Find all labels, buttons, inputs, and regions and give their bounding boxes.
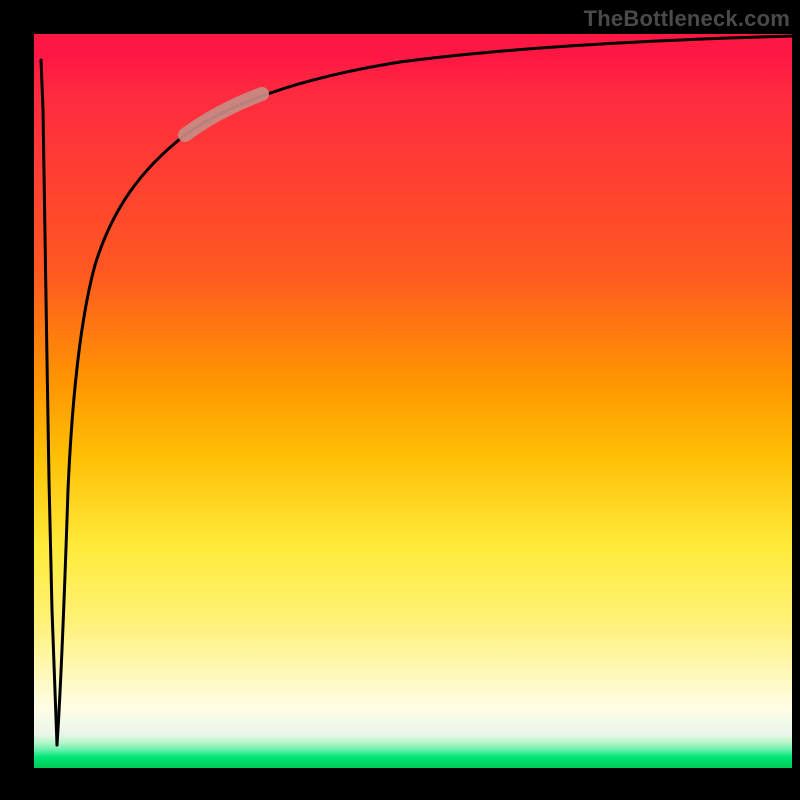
chart-frame: TheBottleneck.com <box>0 0 800 800</box>
plot-gradient-background <box>34 34 792 768</box>
watermark-text: TheBottleneck.com <box>584 6 790 32</box>
